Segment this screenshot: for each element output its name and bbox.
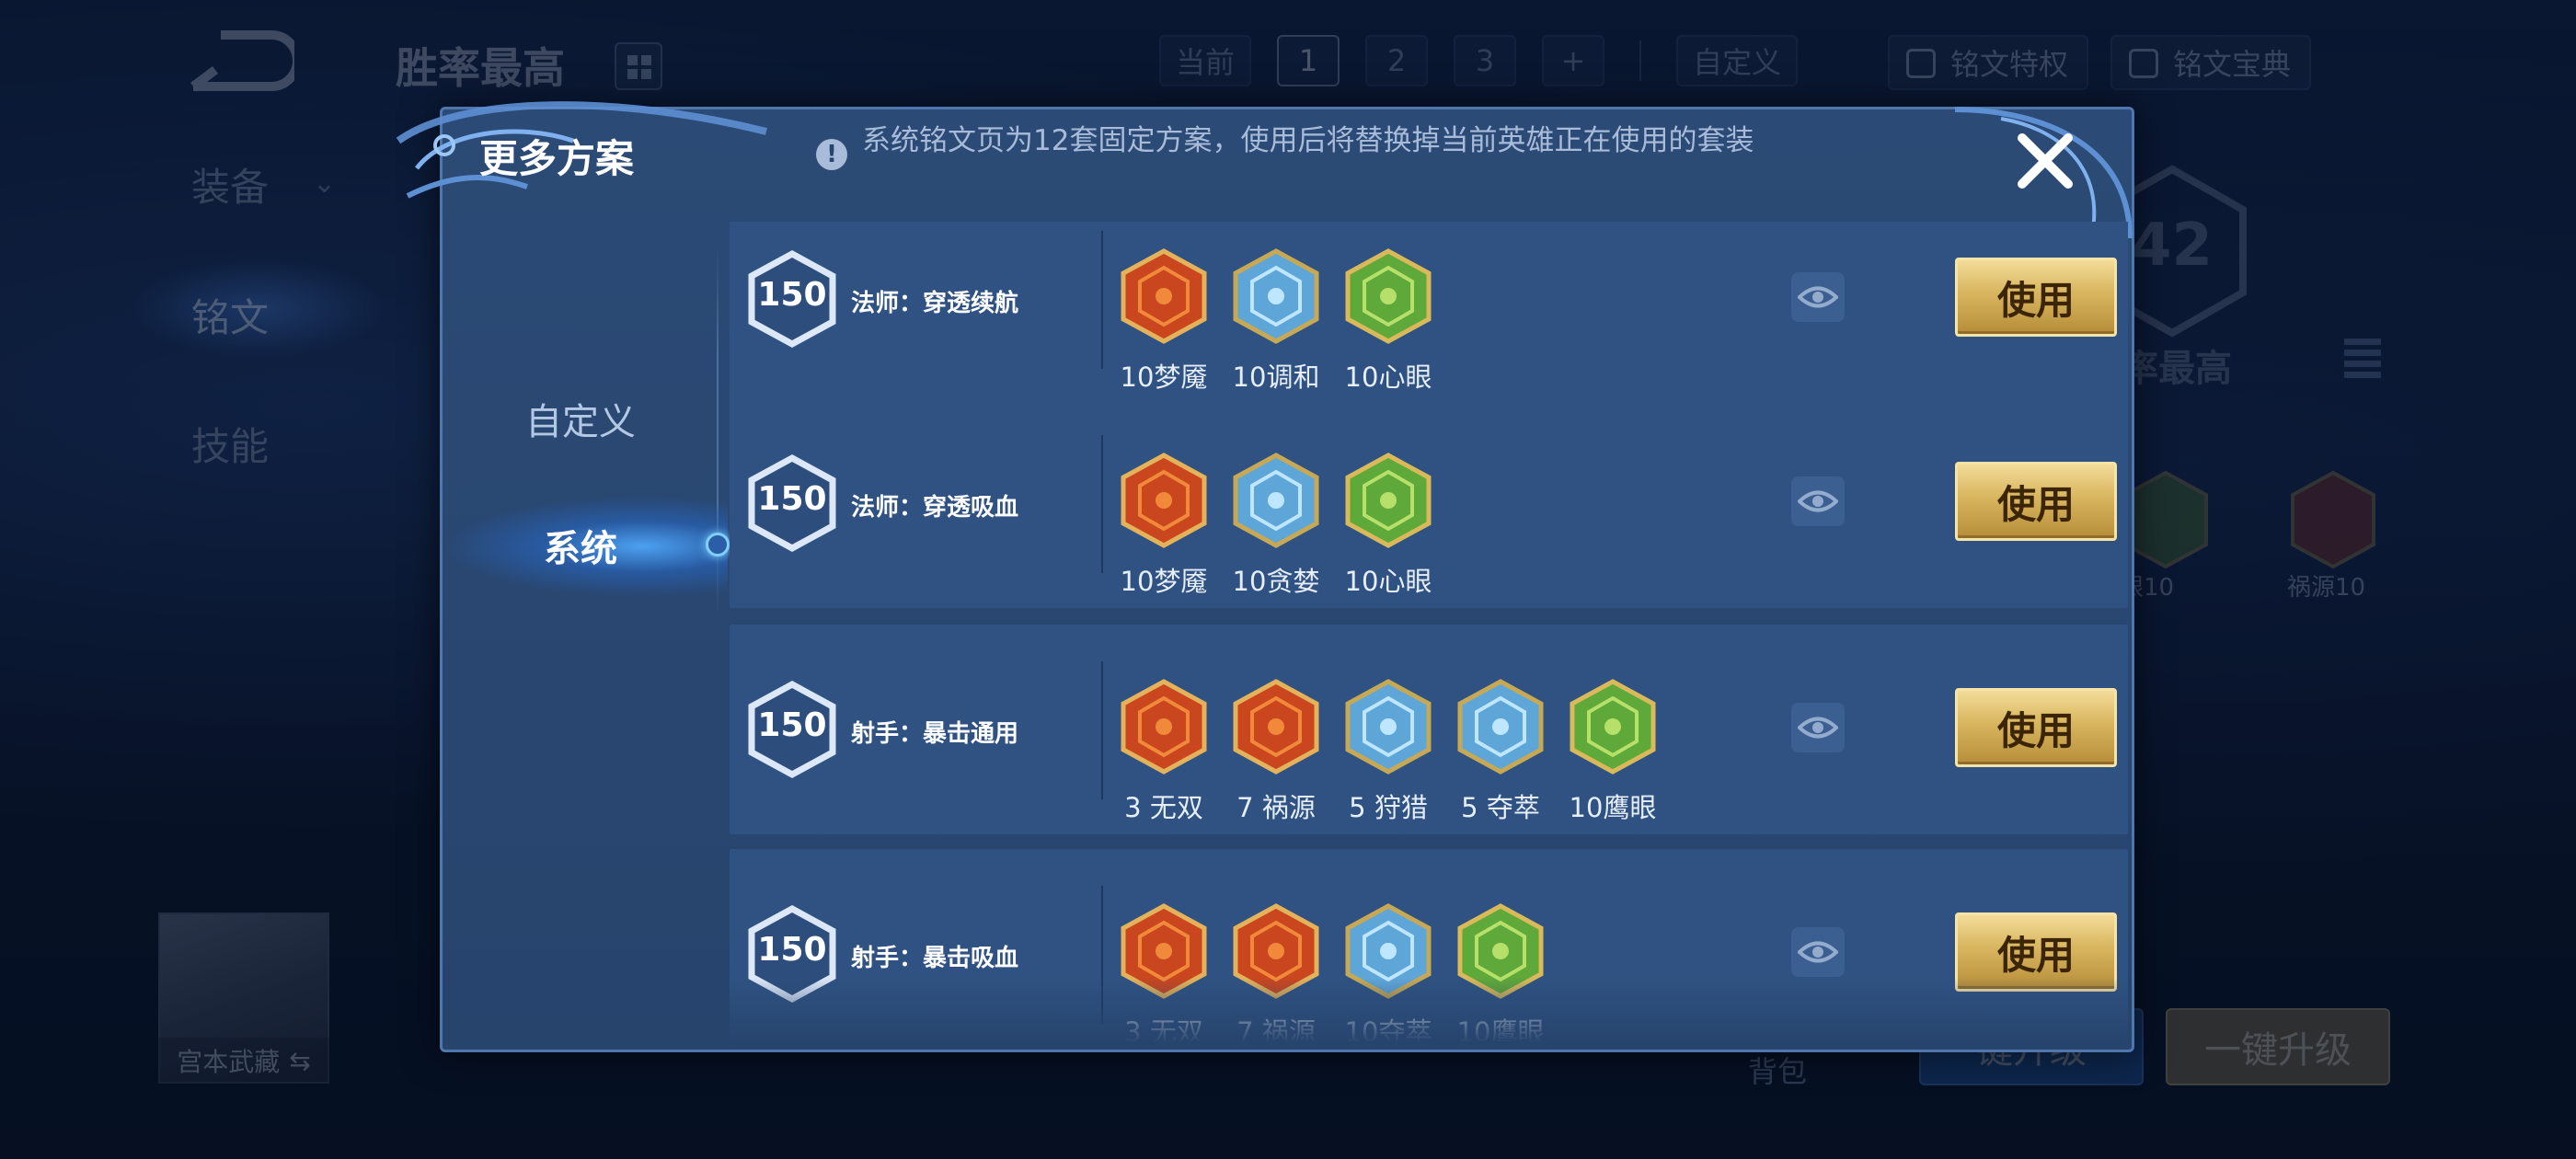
blue-star-rune (1233, 453, 1319, 548)
notice-text: 系统铭文页为12套固定方案，使用后将替换掉当前英雄正在使用的套装 (862, 124, 1754, 157)
preview-button[interactable] (1791, 272, 1845, 322)
plan-row: 150 射手：暴击通用 3 无双 7 祸源 5 狩猎 5 夺萃 10鹰眼 使用 (730, 625, 2128, 834)
list-fade (730, 978, 2128, 1042)
rune-label: 3 无双 (1124, 792, 1203, 823)
tab-custom-plans[interactable]: 自定义 (443, 382, 719, 455)
plan-level: 150 (757, 931, 827, 969)
plan-level: 150 (757, 480, 827, 518)
red-flame-rune (1121, 453, 1207, 548)
more-plans-dialog: 更多方案 ! 系统铭文页为12套固定方案，使用后将替换掉当前英雄正在使用的套装 … (396, 101, 2134, 1052)
blue-knot-rune (1457, 679, 1544, 775)
tab-system-plans[interactable]: 系统 (443, 509, 719, 582)
preview-button[interactable] (1791, 927, 1845, 977)
preview-button[interactable] (1791, 703, 1845, 752)
close-button[interactable] (2010, 126, 2080, 196)
plan-name: 射手：暴击通用 (851, 720, 1019, 748)
use-button[interactable]: 使用 (1955, 258, 2117, 337)
plan-name: 法师：穿透吸血 (851, 494, 1019, 522)
eye-icon (1798, 490, 1838, 512)
green-leaf-rune (1345, 453, 1432, 548)
green-leaf-rune (1345, 248, 1432, 344)
preview-button[interactable] (1791, 476, 1845, 526)
rune-label: 5 狩猎 (1349, 792, 1428, 823)
rune-label: 10心眼 (1344, 566, 1432, 597)
rune-label: 7 祸源 (1236, 792, 1316, 823)
system-notice: ! 系统铭文页为12套固定方案，使用后将替换掉当前英雄正在使用的套装 (816, 124, 1773, 170)
rune-label: 10贪婪 (1232, 566, 1320, 597)
plan-row: 150 法师：穿透吸血 10梦魇 10贪婪 10心眼 使用 (730, 398, 2128, 608)
green-clover-rune (1570, 679, 1656, 775)
row-separator (1101, 231, 1103, 369)
rune-label: 10心眼 (1344, 361, 1432, 393)
plan-level: 150 (757, 706, 827, 744)
rune-label: 10梦魇 (1120, 361, 1208, 393)
red-diamond-rune (1121, 679, 1207, 775)
rune-label: 10鹰眼 (1569, 792, 1657, 823)
plan-row: 150 法师：穿透续航 10梦魇 10调和 10心眼 使用 (730, 222, 2128, 404)
plan-list[interactable]: 150 法师：穿透续航 10梦魇 10调和 10心眼 使用 150 法师：穿透吸血 10梦魇 10… (730, 222, 2128, 1042)
rune-label: 5 夺萃 (1461, 792, 1540, 823)
plan-tabs: 自定义 系统 (443, 220, 730, 1029)
blue-bolt-rune (1345, 679, 1432, 775)
use-button[interactable]: 使用 (1955, 462, 2117, 541)
plan-name: 法师：穿透续航 (851, 290, 1019, 317)
eye-icon (1798, 941, 1838, 963)
eye-icon (1798, 286, 1838, 308)
info-icon: ! (816, 139, 847, 170)
close-icon (2018, 133, 2073, 189)
red-claw-rune (1233, 679, 1319, 775)
rune-label: 10梦魇 (1120, 566, 1208, 597)
dialog-title: 更多方案 (479, 136, 635, 181)
plan-name: 射手：暴击吸血 (851, 945, 1019, 972)
row-separator (1101, 435, 1103, 573)
rune-label: 10调和 (1232, 361, 1320, 393)
red-flame-rune (1121, 248, 1207, 344)
plan-level: 150 (757, 276, 827, 314)
row-separator (1101, 661, 1103, 799)
eye-icon (1798, 717, 1838, 739)
use-button[interactable]: 使用 (1955, 688, 2117, 767)
blue-drop-rune (1233, 248, 1319, 344)
